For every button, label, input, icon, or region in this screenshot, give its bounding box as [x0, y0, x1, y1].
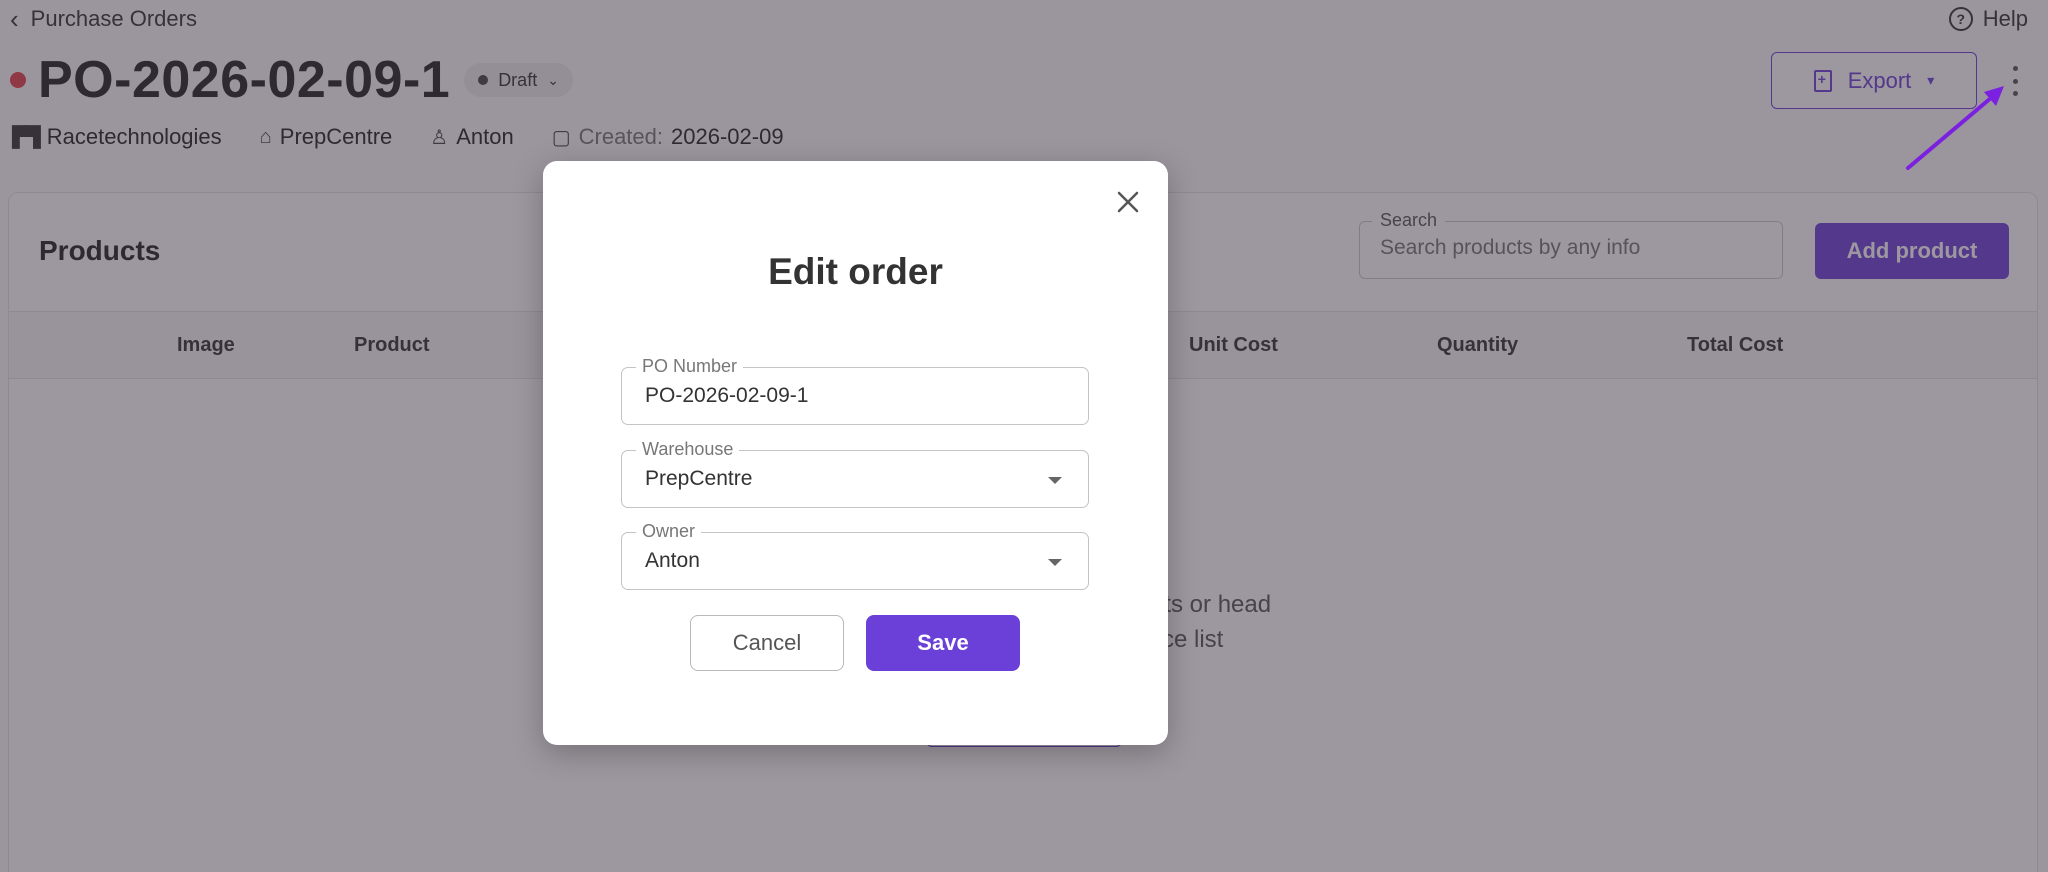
- owner-value: Anton: [645, 549, 700, 572]
- edit-order-modal: Edit order PO Number PO-2026-02-09-1 War…: [543, 161, 1168, 745]
- owner-label: Owner: [636, 521, 702, 542]
- po-number-label: PO Number: [636, 356, 744, 377]
- cancel-button[interactable]: Cancel: [690, 615, 844, 671]
- po-number-value[interactable]: PO-2026-02-09-1: [645, 384, 808, 408]
- close-button[interactable]: [1113, 187, 1143, 217]
- dropdown-arrow-icon: [1048, 559, 1062, 566]
- po-number-field[interactable]: PO Number PO-2026-02-09-1: [621, 356, 1089, 425]
- owner-select[interactable]: Owner Anton: [621, 521, 1089, 590]
- annotation-arrow-icon: [1906, 86, 2004, 170]
- warehouse-select[interactable]: Warehouse PrepCentre: [621, 439, 1089, 508]
- modal-title: Edit order: [768, 251, 943, 292]
- close-icon: [1117, 191, 1139, 213]
- dropdown-arrow-icon: [1048, 477, 1062, 484]
- save-button[interactable]: Save: [866, 615, 1020, 671]
- warehouse-value: PrepCentre: [645, 467, 753, 490]
- warehouse-label: Warehouse: [636, 439, 740, 460]
